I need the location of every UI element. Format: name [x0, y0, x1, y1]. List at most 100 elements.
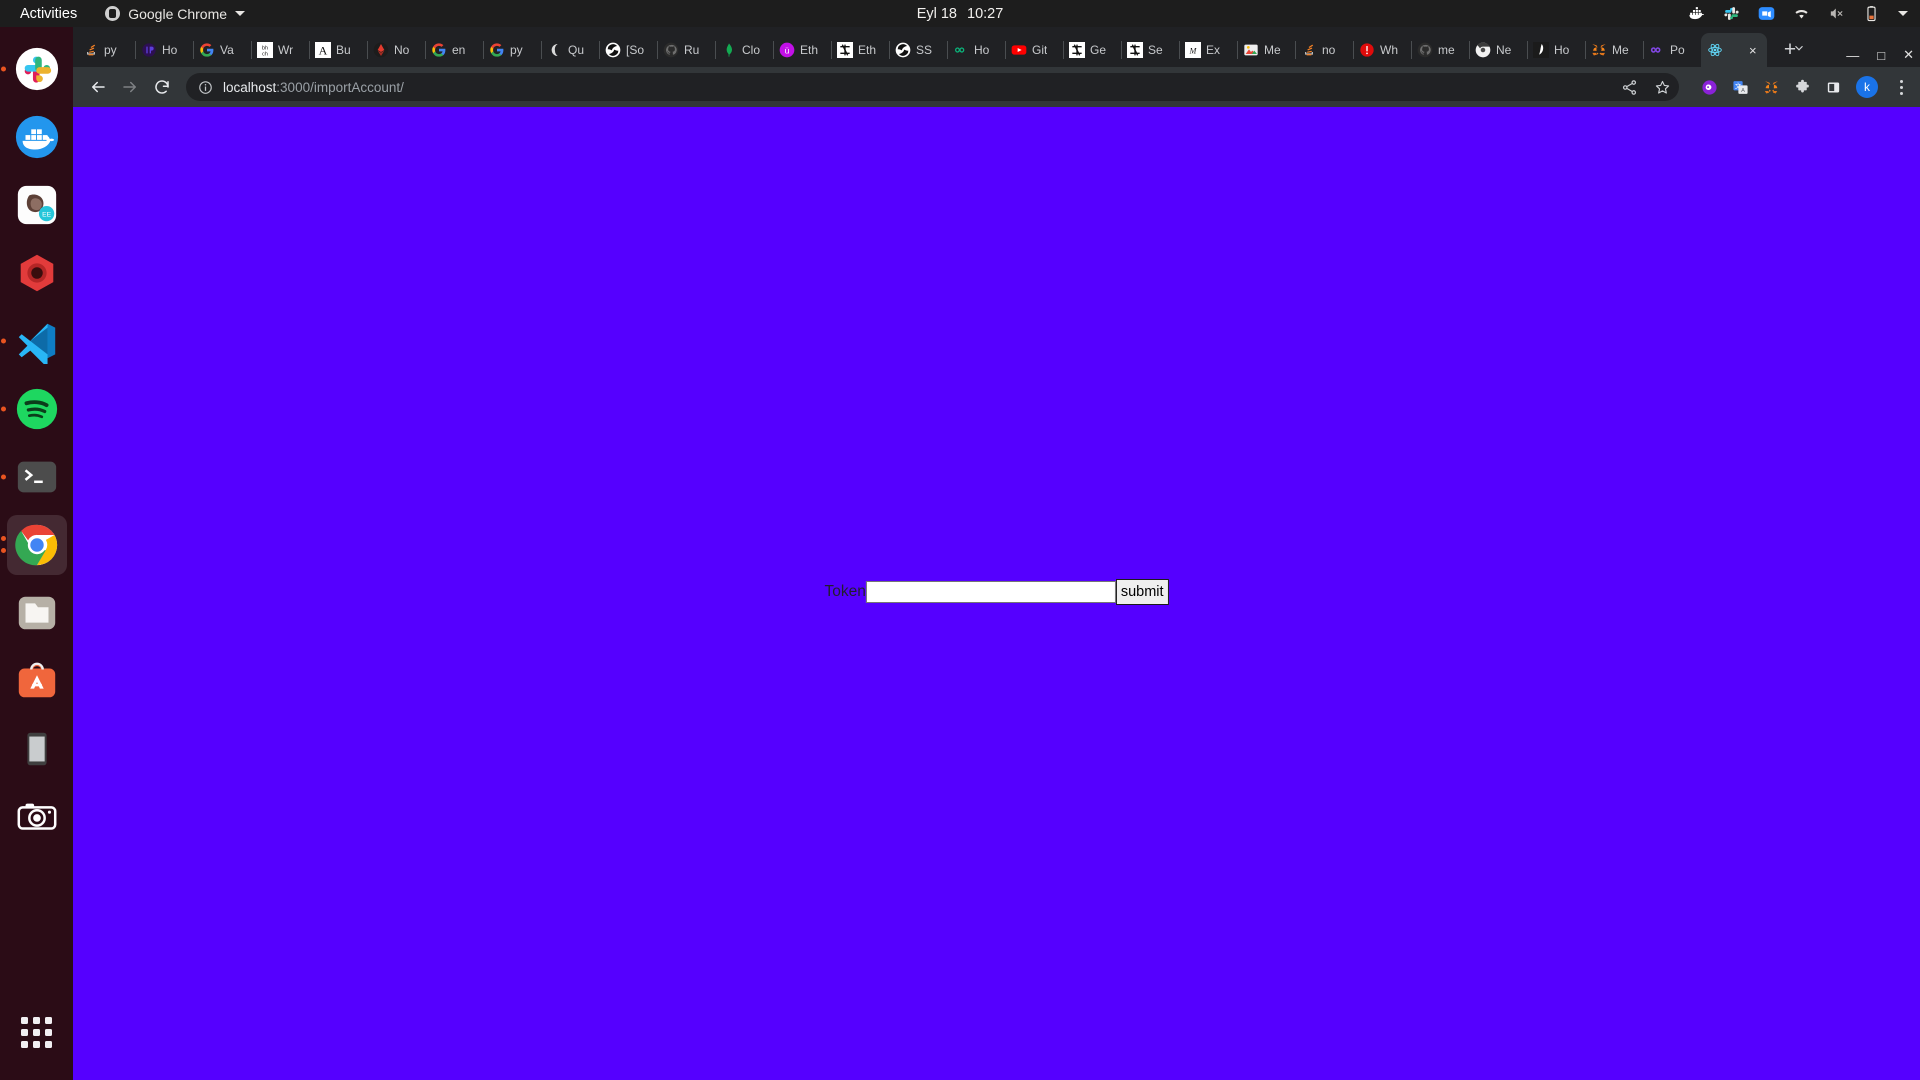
info-circle-icon[interactable] — [198, 80, 213, 95]
puzzle-icon[interactable] — [1794, 79, 1811, 96]
forward-button[interactable] — [115, 72, 145, 102]
dock-item-spotify[interactable] — [0, 379, 67, 439]
github-icon — [1417, 42, 1433, 58]
browser-tab[interactable]: bh ch Wr — [251, 33, 309, 67]
tab-label: Ho — [1554, 43, 1570, 57]
dock-item-datagrip[interactable]: EE — [7, 175, 67, 235]
browser-tab[interactable]: M Ex — [1179, 33, 1237, 67]
tab-label: SS — [916, 43, 933, 57]
browser-tab[interactable]: Git — [1005, 33, 1063, 67]
mongodb-icon — [721, 42, 737, 58]
browser-tab[interactable]: SS — [889, 33, 947, 67]
tab-search-button[interactable] — [1786, 35, 1812, 61]
dock-item-google-chrome[interactable] — [0, 515, 67, 575]
dock-item-slack[interactable] — [0, 39, 67, 99]
tab-label: Eth — [800, 43, 819, 57]
browser-tab[interactable]: py — [483, 33, 541, 67]
svg-text:A: A — [319, 44, 328, 58]
running-indicator — [0, 406, 6, 412]
chrome-window: py Ho Va bh ch Wr A Bu No en py Qu [So Ru Clo ü Eth Eth SS… — [73, 27, 1920, 1080]
tab-label: Qu — [568, 43, 585, 57]
translate-icon[interactable]: 文 A — [1732, 79, 1749, 96]
browser-tab[interactable]: Ne — [1469, 33, 1527, 67]
activities-button[interactable]: Activities — [14, 3, 83, 25]
alert-icon — [1359, 42, 1375, 58]
browser-tab[interactable]: me — [1411, 33, 1469, 67]
tab-label: Git — [1032, 43, 1048, 57]
metamask-fox-icon[interactable] — [1763, 79, 1780, 96]
arrow-right-icon — [123, 81, 136, 93]
browser-tab[interactable]: Se — [1121, 33, 1179, 67]
url-host: localhost — [223, 79, 277, 95]
browser-tab[interactable]: Me — [1585, 33, 1643, 67]
maximize-button[interactable]: □ — [1877, 48, 1885, 63]
browser-tab[interactable]: [So — [599, 33, 657, 67]
url-text: localhost:3000/importAccount/ — [223, 80, 404, 95]
browser-tab[interactable]: Ho — [1527, 33, 1585, 67]
tablet-icon — [26, 732, 47, 766]
browser-tab[interactable]: Clo — [715, 33, 773, 67]
browser-tab[interactable]: ü Eth — [773, 33, 831, 67]
three-dot-menu-icon[interactable] — [1892, 79, 1910, 95]
minimize-button[interactable]: — — [1846, 48, 1859, 63]
tab-close-button[interactable]: × — [1749, 44, 1761, 57]
running-indicator — [0, 474, 6, 480]
show-applications-button[interactable] — [7, 1002, 67, 1062]
app-menu-chrome[interactable]: Google Chrome — [105, 6, 246, 22]
share-icon[interactable] — [1621, 79, 1638, 96]
ethereum-red-icon — [373, 42, 389, 58]
browser-tab[interactable]: Po — [1643, 33, 1701, 67]
browser-tab[interactable]: Qu — [541, 33, 599, 67]
browser-tab-active[interactable]: × — [1701, 33, 1767, 67]
dock-item-device[interactable] — [7, 719, 67, 779]
browser-tab[interactable]: Ru — [657, 33, 715, 67]
dock-item-ubuntu-software[interactable] — [7, 651, 67, 711]
medium-icon: M — [1185, 42, 1201, 58]
browser-tab[interactable]: en — [425, 33, 483, 67]
grid-icon — [21, 1016, 52, 1048]
dock-item-screenshot[interactable] — [7, 787, 67, 847]
tab-label: py — [510, 43, 523, 57]
purple-ghost-icon[interactable] — [1701, 79, 1718, 96]
browser-tab[interactable]: A Bu — [309, 33, 367, 67]
star-icon[interactable] — [1654, 79, 1671, 96]
window-controls[interactable]: — □ ✕ — [1846, 47, 1914, 63]
tab-label: Po — [1670, 43, 1685, 57]
avatar[interactable]: k — [1856, 76, 1878, 98]
tab-label: Me — [1612, 43, 1629, 57]
address-bar[interactable]: localhost:3000/importAccount/ — [186, 73, 1679, 101]
submit-button[interactable]: submit — [1115, 579, 1169, 605]
browser-tab[interactable]: py — [77, 33, 135, 67]
vscode-icon — [18, 323, 55, 364]
token-label: Token — [824, 583, 866, 600]
tab-label: Eth — [858, 43, 877, 57]
side-panel-icon[interactable] — [1825, 79, 1842, 96]
dock-item-vscode[interactable] — [0, 311, 67, 371]
reload-button[interactable] — [147, 72, 177, 102]
dock-item-terminal[interactable] — [0, 447, 67, 507]
dock-item-docker[interactable] — [7, 107, 67, 167]
browser-tab[interactable]: No — [367, 33, 425, 67]
google-icon — [431, 42, 447, 58]
browser-tab[interactable]: Ho — [947, 33, 1005, 67]
slack-icon — [1724, 7, 1739, 20]
browser-tab[interactable]: no — [1295, 33, 1353, 67]
browser-tab[interactable]: Ho — [135, 33, 193, 67]
back-button[interactable] — [83, 72, 113, 102]
browser-tab[interactable]: Ge — [1063, 33, 1121, 67]
clock[interactable]: Eyl 18 10:27 — [917, 0, 1004, 27]
clock-time: 10:27 — [967, 5, 1004, 22]
svg-text:A: A — [1741, 88, 1745, 94]
dock-item-files[interactable] — [7, 583, 67, 643]
token-input[interactable] — [865, 581, 1116, 603]
browser-tab[interactable]: Va — [193, 33, 251, 67]
tab-label: py — [104, 43, 117, 57]
system-tray[interactable] — [1688, 0, 1908, 27]
reload-icon — [155, 80, 169, 94]
browser-tab[interactable]: Eth — [831, 33, 889, 67]
dock-item-rubymine[interactable] — [7, 243, 67, 303]
browser-tab[interactable]: Me — [1237, 33, 1295, 67]
browser-tab[interactable]: Wh — [1353, 33, 1411, 67]
close-button[interactable]: ✕ — [1903, 47, 1914, 63]
chevron-down-icon[interactable] — [1898, 11, 1908, 16]
